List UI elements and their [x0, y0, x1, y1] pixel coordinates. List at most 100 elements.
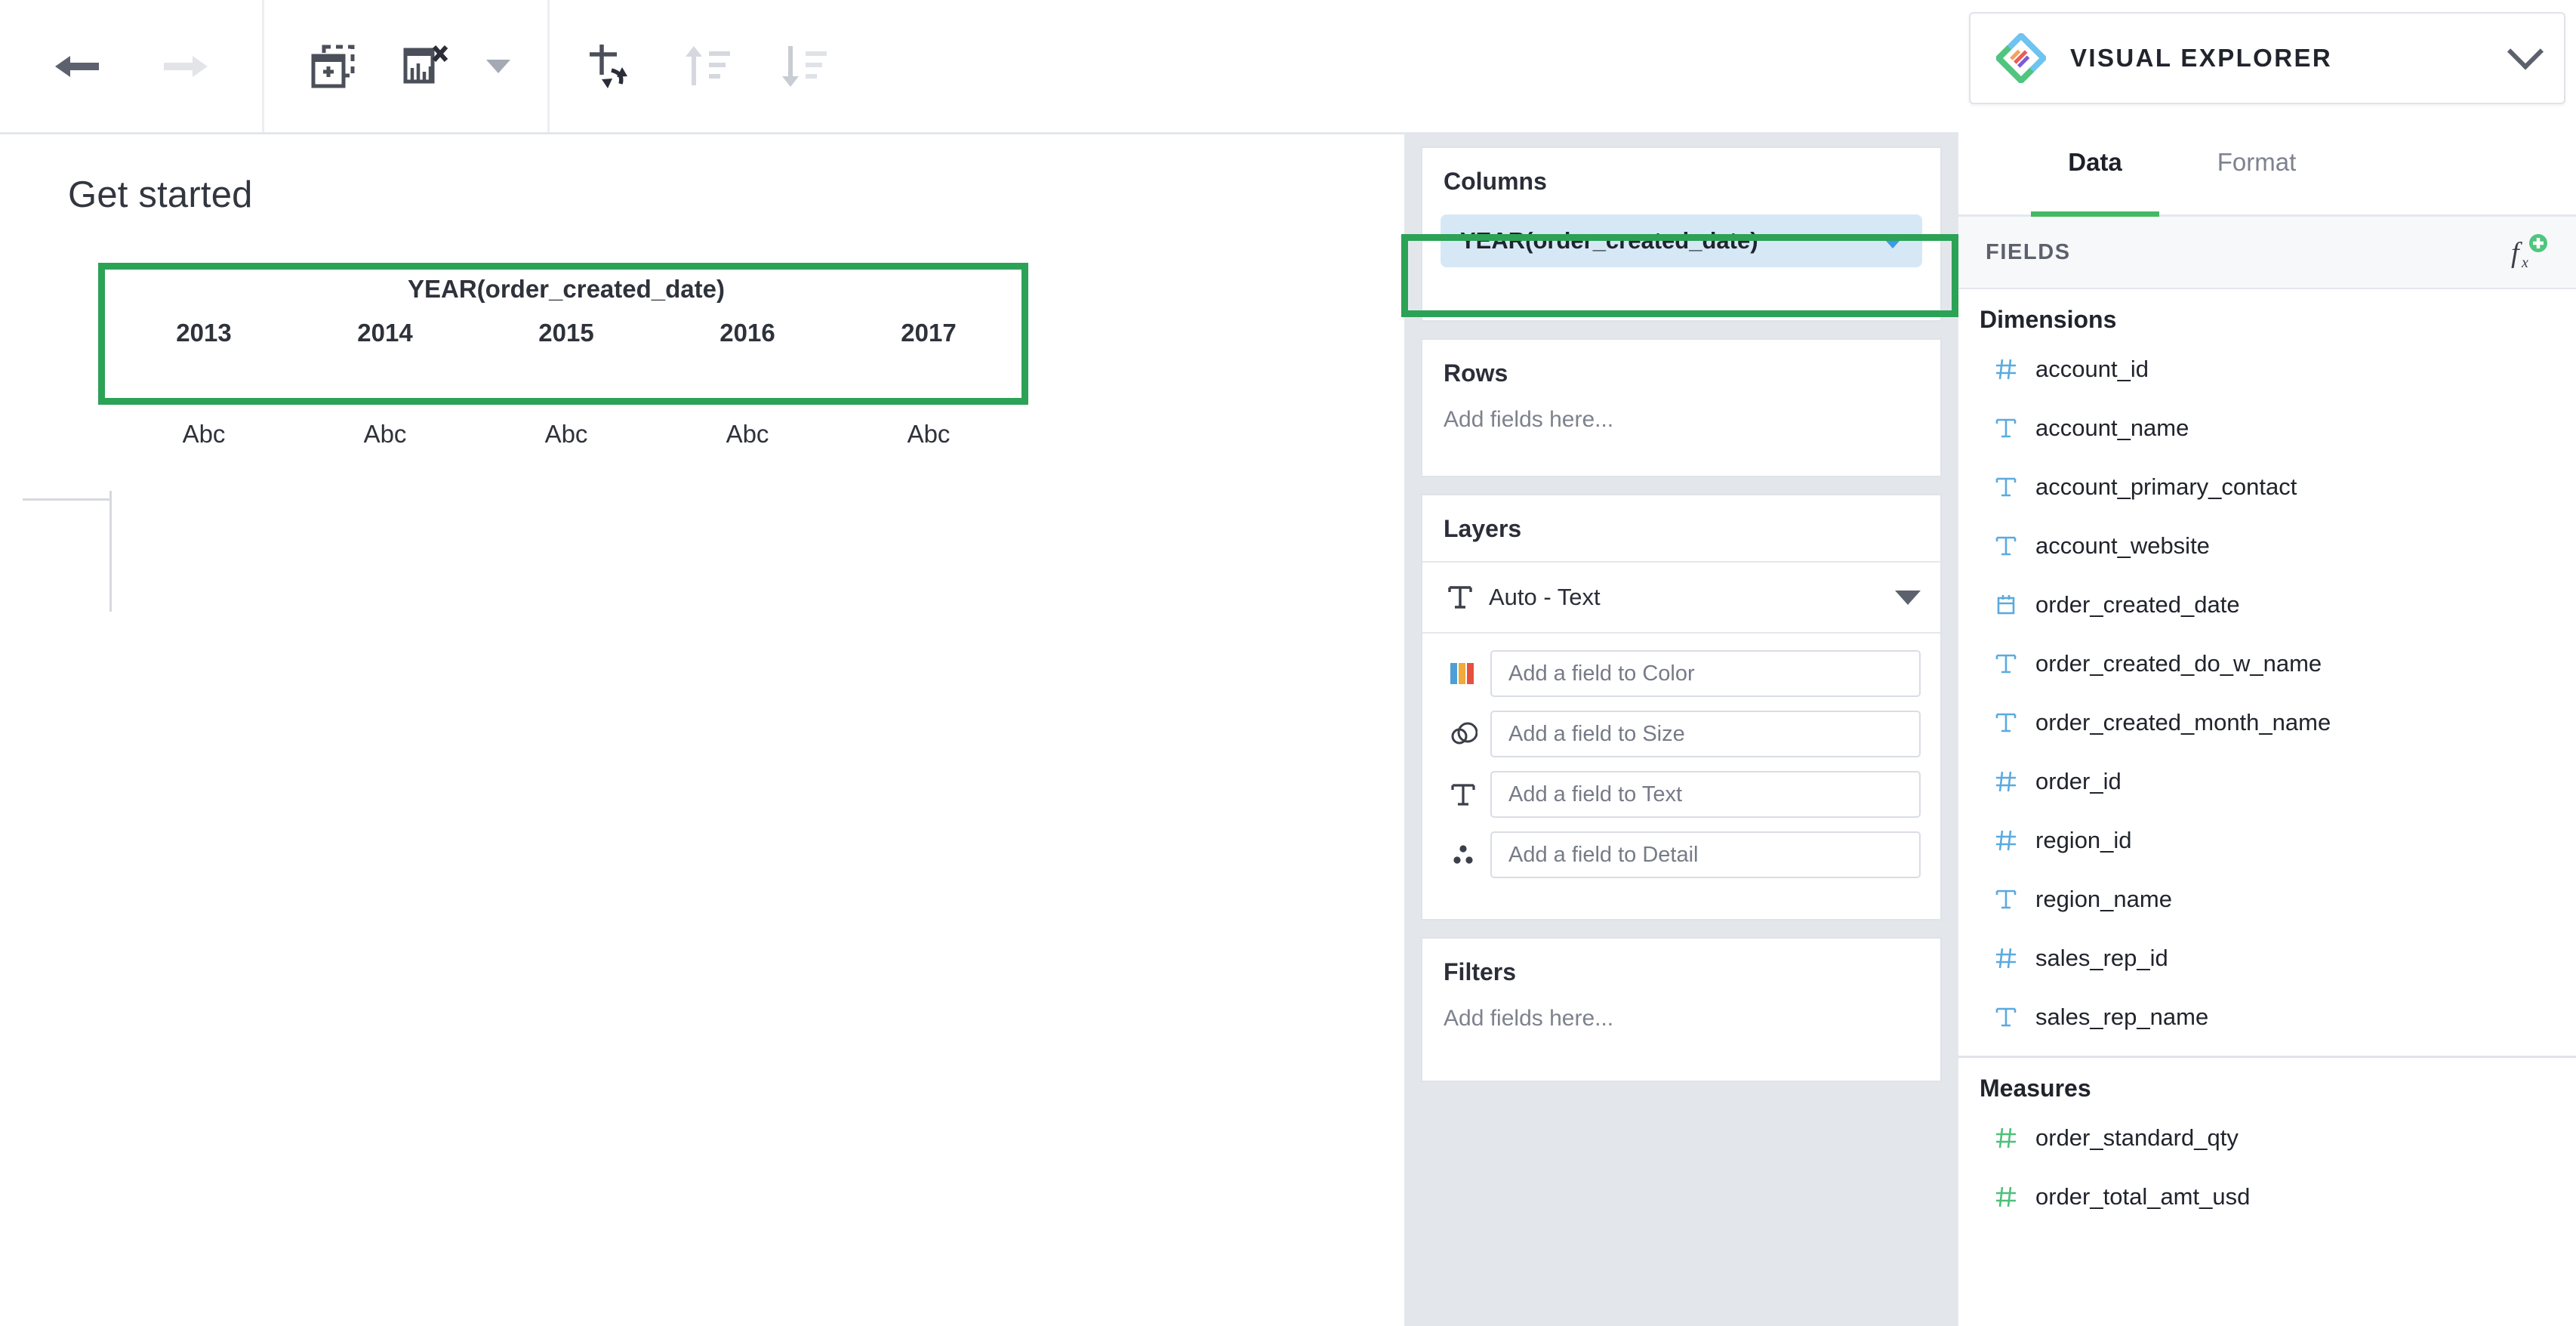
text-encoding-drop[interactable]: Add a field to Text	[1490, 771, 1921, 818]
text-T-icon	[1989, 652, 2023, 675]
field-label: order_total_amt_usd	[2035, 1183, 2250, 1210]
field-label: region_name	[2035, 886, 2172, 913]
color-palette-icon[interactable]	[1442, 661, 1484, 686]
clear-sheet-icon	[399, 42, 451, 91]
table-row: Abc Abc Abc Abc Abc	[113, 420, 1019, 449]
visual-explorer-title: VISUAL EXPLORER	[2070, 44, 2513, 72]
page-title: Get started	[68, 174, 253, 216]
column-header-cell: 2016	[657, 319, 838, 347]
viz-canvas[interactable]: Get started YEAR(order_created_date) 201…	[0, 134, 1404, 1326]
text-T-icon	[1989, 888, 2023, 911]
field-item-order-created-date[interactable]: order_created_date	[1958, 575, 2576, 634]
encoding-row-size: Add a field to Size	[1442, 711, 1921, 757]
clear-sheet-button[interactable]	[389, 30, 461, 103]
text-T-icon[interactable]	[1442, 782, 1484, 807]
field-item-order-created-month-name[interactable]: order_created_month_name	[1958, 693, 2576, 752]
layers-shelf-title: Layers	[1422, 495, 1940, 563]
panel-tabs: Data Format	[1958, 134, 2576, 217]
right-panel: VISUAL EXPLORER Data Format FIELDS f x D…	[1958, 0, 2576, 1326]
calendar-icon	[1989, 594, 2023, 616]
field-label: order_created_month_name	[2035, 709, 2331, 736]
mark-type-select[interactable]: Auto - Text	[1422, 563, 1940, 634]
rows-shelf[interactable]: Rows Add fields here...	[1421, 338, 1942, 477]
pill-year-order-created-date[interactable]: YEAR(order_created_date)	[1441, 214, 1922, 267]
pill-menu-caret-icon[interactable]	[1880, 234, 1906, 248]
encoding-row-detail: Add a field to Detail	[1442, 831, 1921, 878]
table-cell: Abc	[657, 420, 838, 449]
table-column-divider	[109, 491, 112, 612]
visual-explorer-header[interactable]: VISUAL EXPLORER	[1969, 12, 2565, 104]
fields-list[interactable]: Dimensions account_id account_name accou…	[1958, 289, 2576, 1326]
sort-descending-button[interactable]	[773, 30, 837, 103]
text-T-icon	[1989, 1006, 2023, 1028]
table-cell: Abc	[294, 420, 476, 449]
detail-dots-icon[interactable]	[1442, 842, 1484, 868]
field-label: account_primary_contact	[2035, 473, 2297, 501]
chevron-down-icon[interactable]	[1895, 591, 1921, 605]
add-calculated-field-icon[interactable]: f x	[2508, 232, 2549, 273]
field-item-account-website[interactable]: account_website	[1958, 517, 2576, 575]
detail-encoding-drop[interactable]: Add a field to Detail	[1490, 831, 1921, 878]
field-label: region_id	[2035, 827, 2132, 854]
svg-text:x: x	[2521, 254, 2528, 271]
filters-shelf[interactable]: Filters Add fields here...	[1421, 937, 1942, 1082]
text-T-icon	[1989, 417, 2023, 439]
chevron-down-icon[interactable]	[2507, 33, 2544, 69]
column-header-cell: 2014	[294, 319, 476, 347]
new-worksheet-icon	[307, 41, 359, 92]
encoding-list: Add a field to Color Add a field to Size	[1422, 634, 1940, 902]
forward-button[interactable]	[149, 30, 222, 103]
table-row-divider	[23, 498, 112, 501]
field-label: account_name	[2035, 415, 2189, 442]
swap-axes-button[interactable]	[580, 30, 643, 103]
field-item-account-name[interactable]: account_name	[1958, 399, 2576, 458]
column-header-cell: 2017	[838, 319, 1019, 347]
field-label: sales_rep_id	[2035, 945, 2168, 972]
column-header-cell: 2015	[476, 319, 657, 347]
field-item-order-created-do-w-name[interactable]: order_created_do_w_name	[1958, 634, 2576, 693]
column-header-cell: 2013	[113, 319, 294, 347]
toolbar-group-history	[0, 0, 264, 132]
hash-icon	[1989, 829, 2023, 852]
tab-data[interactable]: Data	[2025, 134, 2165, 214]
arrow-left-icon	[54, 51, 100, 82]
table-cell: Abc	[476, 420, 657, 449]
field-item-account-primary-contact[interactable]: account_primary_contact	[1958, 458, 2576, 517]
tab-format[interactable]: Format	[2186, 134, 2327, 214]
size-circles-icon[interactable]	[1442, 721, 1484, 747]
table-cell: Abc	[113, 420, 294, 449]
field-label: order_created_do_w_name	[2035, 650, 2322, 677]
sort-descending-icon	[780, 45, 830, 88]
size-encoding-drop[interactable]: Add a field to Size	[1490, 711, 1921, 757]
field-item-region-name[interactable]: region_name	[1958, 870, 2576, 929]
columns-shelf[interactable]: Columns YEAR(order_created_date)	[1421, 146, 1942, 322]
visual-explorer-logo	[1996, 33, 2046, 83]
color-encoding-drop[interactable]: Add a field to Color	[1490, 650, 1921, 697]
field-item-order-standard-qty[interactable]: order_standard_qty	[1958, 1109, 2576, 1167]
new-worksheet-button[interactable]	[297, 30, 369, 103]
field-item-sales-rep-id[interactable]: sales_rep_id	[1958, 929, 2576, 988]
text-T-icon	[1989, 476, 2023, 498]
clear-sheet-menu-button[interactable]	[481, 30, 516, 103]
field-label: account_website	[2035, 532, 2210, 560]
field-item-region-id[interactable]: region_id	[1958, 811, 2576, 870]
field-item-sales-rep-name[interactable]: sales_rep_name	[1958, 988, 2576, 1047]
field-item-account-id[interactable]: account_id	[1958, 340, 2576, 399]
columns-shelf-title: Columns	[1422, 148, 1940, 196]
svg-text:f: f	[2511, 237, 2522, 269]
hash-icon	[1989, 1186, 2023, 1208]
toolbar-group-layout	[550, 0, 837, 132]
sort-ascending-icon	[683, 45, 733, 88]
toolbar-group-sheet	[264, 0, 550, 132]
text-T-icon	[1989, 535, 2023, 557]
sort-ascending-button[interactable]	[676, 30, 740, 103]
field-item-order-total-amt-usd[interactable]: order_total_amt_usd	[1958, 1167, 2576, 1226]
text-mark-icon	[1442, 584, 1478, 610]
back-button[interactable]	[41, 30, 113, 103]
field-label: order_standard_qty	[2035, 1124, 2239, 1152]
mark-type-label: Auto - Text	[1489, 584, 1895, 611]
pill-label: YEAR(order_created_date)	[1460, 227, 1758, 254]
field-item-order-id[interactable]: order_id	[1958, 752, 2576, 811]
shelf-panel: Columns YEAR(order_created_date) Rows Ad…	[1404, 134, 1958, 1326]
text-T-icon	[1989, 711, 2023, 734]
